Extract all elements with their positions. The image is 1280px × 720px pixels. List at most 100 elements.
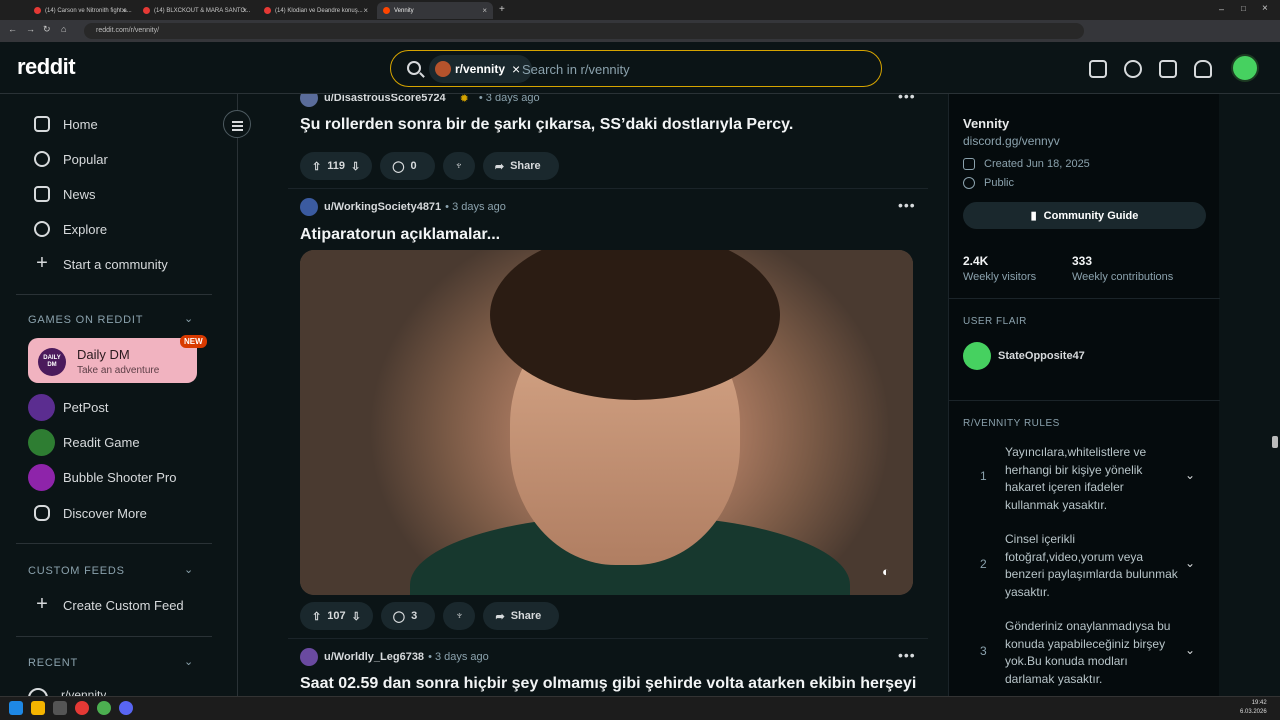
rule-item[interactable]: 2 Cinsel içerikli fotoğraf,video,yorum v… xyxy=(963,531,1206,601)
browser-tab-active[interactable]: Vennity × xyxy=(377,2,493,19)
user-flair[interactable]: StateOpposite47 xyxy=(963,342,1085,370)
games-section-title[interactable]: GAMES ON REDDIT xyxy=(28,314,143,326)
browser-tab[interactable]: (14) Carson ve Nitronith fight a... × xyxy=(28,2,132,19)
game-item-readit[interactable]: Readit Game xyxy=(28,429,140,456)
game-item-petpost[interactable]: PetPost xyxy=(28,394,109,421)
maximize-icon[interactable]: □ xyxy=(1241,4,1246,13)
new-tab-icon[interactable]: + xyxy=(499,4,505,15)
post-video[interactable]: ◐ xyxy=(300,250,913,595)
file-explorer-icon[interactable] xyxy=(31,701,45,715)
more-options-icon[interactable]: ••• xyxy=(898,197,916,213)
daily-dm-icon: DAILY DM xyxy=(38,348,66,376)
reload-icon[interactable]: ↻ xyxy=(43,24,51,35)
close-tab-icon[interactable]: × xyxy=(482,6,487,15)
clear-chip-icon[interactable]: × xyxy=(512,61,520,77)
sidebar-item-news[interactable]: News xyxy=(34,186,96,202)
browser-tab[interactable]: (14) BLXCKOUT & MARA SANTO... × xyxy=(137,2,253,19)
bubble-shooter-icon xyxy=(28,464,55,491)
user-avatar[interactable] xyxy=(300,94,318,107)
windows-start-icon[interactable] xyxy=(9,701,23,715)
close-tab-icon[interactable]: × xyxy=(121,6,126,15)
search-input[interactable]: Search in r/vennity xyxy=(522,62,630,77)
user-avatar[interactable] xyxy=(300,198,318,216)
more-options-icon[interactable]: ••• xyxy=(898,647,916,663)
sidebar-item-explore[interactable]: Explore xyxy=(34,221,107,237)
chevron-down-icon[interactable]: ⌄ xyxy=(184,655,193,668)
system-clock[interactable]: 19:42 6.03.2026 xyxy=(1240,699,1267,717)
upvote-icon[interactable]: ⇧ xyxy=(312,610,321,623)
volume-icon[interactable]: ◐ xyxy=(882,564,898,579)
forward-icon[interactable]: → xyxy=(26,24,35,34)
share-button[interactable]: ➦ Share xyxy=(483,602,560,630)
created-date: Created Jun 18, 2025 xyxy=(963,158,1090,170)
minimize-icon[interactable]: – xyxy=(1219,4,1224,14)
create-post-icon[interactable] xyxy=(1159,60,1177,78)
home-icon[interactable]: ⌂ xyxy=(61,24,66,34)
comments-button[interactable]: ◯ 0 xyxy=(380,152,435,180)
downvote-icon[interactable]: ⇩ xyxy=(352,610,361,623)
sidebar-item-discover-more[interactable]: Discover More xyxy=(34,505,147,521)
vote-control[interactable]: ⇧ 119 ⇩ xyxy=(300,152,373,180)
app-icon[interactable] xyxy=(53,701,67,715)
award-button[interactable]: ♆ xyxy=(442,152,475,180)
discord-icon[interactable] xyxy=(119,701,133,715)
chrome-icon[interactable] xyxy=(97,701,111,715)
sidebar-item-start-community[interactable]: + Start a community xyxy=(34,253,168,273)
vote-control[interactable]: ⇧ 107 ⇩ xyxy=(300,602,373,630)
scrollbar-thumb[interactable] xyxy=(1272,436,1278,448)
chat-icon[interactable] xyxy=(1124,60,1142,78)
community-name[interactable]: Vennity xyxy=(963,116,1009,131)
reddit-icon xyxy=(383,7,390,14)
custom-feeds-section-title[interactable]: CUSTOM FEEDS xyxy=(28,565,125,577)
user-avatar[interactable] xyxy=(300,648,318,666)
daily-dm-card[interactable]: DAILY DM Daily DM Take an adventure xyxy=(28,338,197,383)
share-button[interactable]: ➦ Share xyxy=(482,152,559,180)
rule-item[interactable]: 1 Yayıncılara,whitelistlere ve herhangi … xyxy=(963,444,1206,514)
gamepad-icon xyxy=(34,505,50,521)
browser-tab[interactable]: (14) Klodian ve Deandre konuş... × xyxy=(258,2,374,19)
chevron-down-icon[interactable]: ⌄ xyxy=(184,563,193,576)
rule-item[interactable]: 3 Gönderiniz onaylanmadıysa bu konuda ya… xyxy=(963,618,1206,688)
create-custom-feed-button[interactable]: + Create Custom Feed xyxy=(34,593,184,615)
comments-button[interactable]: ◯ 3 xyxy=(380,602,436,630)
popular-icon xyxy=(34,151,50,167)
subreddit-chip[interactable]: r/vennity × xyxy=(429,55,533,83)
post-author[interactable]: u/Worldly_Leg6738 xyxy=(324,651,424,663)
plus-icon: + xyxy=(36,593,48,615)
community-link[interactable]: discord.gg/vennyv xyxy=(963,134,1060,148)
post-title[interactable]: Atiparatorun açıklamalar... xyxy=(300,226,500,244)
close-tab-icon[interactable]: × xyxy=(363,6,368,15)
close-tab-icon[interactable]: × xyxy=(242,6,247,15)
post-author[interactable]: u/WorkingSociety4871 xyxy=(324,201,441,213)
advertise-icon[interactable] xyxy=(1089,60,1107,78)
community-guide-button[interactable]: ▮ Community Guide xyxy=(963,202,1206,229)
post-title[interactable]: Şu rollerden sonra bir de şarkı çıkarsa,… xyxy=(300,116,793,134)
chevron-down-icon[interactable]: ⌄ xyxy=(184,312,193,325)
upvote-icon[interactable]: ⇧ xyxy=(312,160,321,173)
user-avatar[interactable] xyxy=(1231,54,1259,82)
url-field[interactable]: reddit.com/r/vennity/ xyxy=(84,23,1084,39)
reddit-logo[interactable]: reddit xyxy=(17,54,76,80)
award-button[interactable]: ♆ xyxy=(443,602,476,630)
app-icon[interactable] xyxy=(75,701,89,715)
sidebar-item-home[interactable]: Home xyxy=(34,116,98,132)
game-item-bubble-shooter[interactable]: Bubble Shooter Pro xyxy=(28,464,176,491)
recent-item[interactable]: r/vennity xyxy=(28,688,106,696)
back-icon[interactable]: ← xyxy=(8,24,17,34)
downvote-icon[interactable]: ⇩ xyxy=(351,160,360,173)
chevron-down-icon[interactable]: ⌄ xyxy=(1185,556,1195,570)
search-bar[interactable]: r/vennity × Search in r/vennity xyxy=(390,50,882,87)
sidebar-item-popular[interactable]: Popular xyxy=(34,151,108,167)
chevron-down-icon[interactable]: ⌄ xyxy=(1185,643,1195,657)
globe-icon xyxy=(963,177,975,189)
recent-section-title[interactable]: RECENT xyxy=(28,657,78,669)
chevron-down-icon[interactable]: ⌄ xyxy=(1185,468,1195,482)
browser-chrome: (14) Carson ve Nitronith fight a... × (14… xyxy=(0,0,1280,42)
notifications-icon[interactable] xyxy=(1194,60,1212,78)
weekly-visitors-label: Weekly visitors xyxy=(963,271,1037,283)
sidebar-toggle-button[interactable] xyxy=(223,110,251,138)
post-author[interactable]: u/DisastrousScore5724 xyxy=(324,94,446,104)
more-options-icon[interactable]: ••• xyxy=(898,94,916,104)
post-title[interactable]: Saat 02.59 dan sonra hiçbir şey olmamış … xyxy=(300,675,916,693)
close-window-icon[interactable]: × xyxy=(1262,3,1268,14)
